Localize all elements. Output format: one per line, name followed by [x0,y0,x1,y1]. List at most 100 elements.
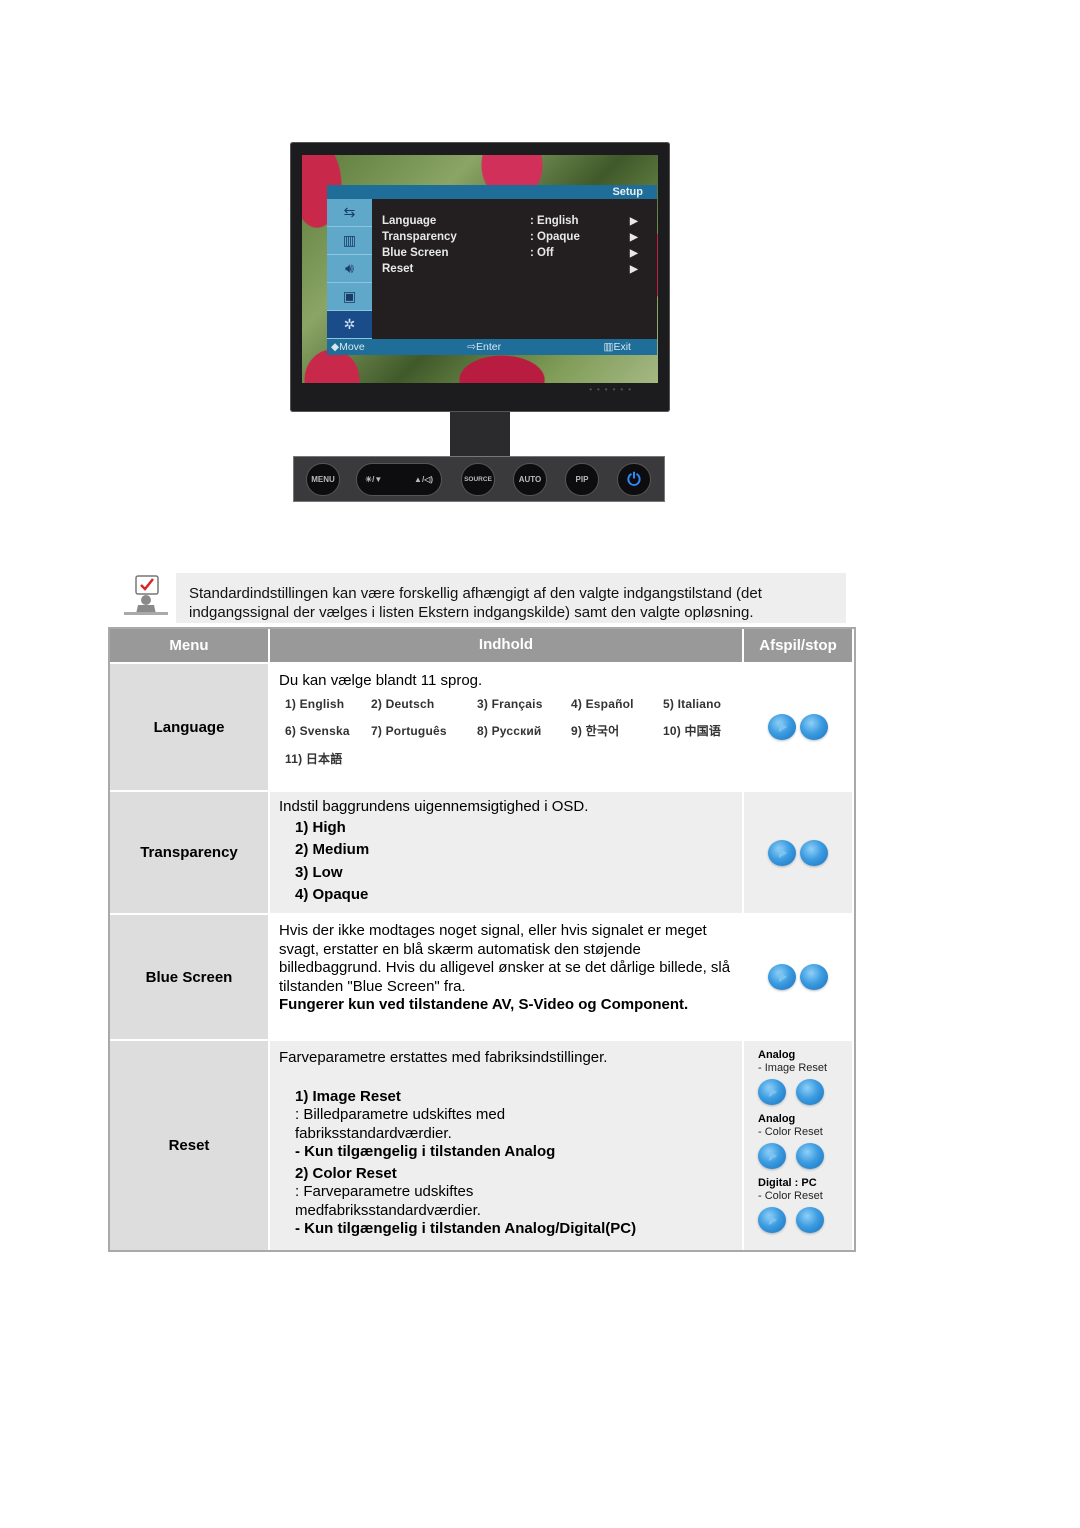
stop-button[interactable] [800,964,828,990]
demo-item-label: - Color Reset [758,1126,823,1138]
osd-item-label: Blue Screen [382,247,449,259]
stop-button[interactable] [800,839,828,866]
osd-item-reset: Reset ▶ [382,261,652,277]
language-option: 9) 한국어 [571,724,620,738]
osd-menu: Setup ⇆ ▥ 🔊︎ ▣ ✲ Language : English ▶ Tr… [327,185,657,355]
stop-button[interactable] [800,714,828,740]
language-options: 1) English 2) Deutsch 3) Français 4) Esp… [279,695,734,769]
stop-button[interactable] [796,1207,824,1233]
monitor-illustration: Setup ⇆ ▥ 🔊︎ ▣ ✲ Language : English ▶ Tr… [290,142,670,412]
play-button[interactable] [768,964,796,990]
arrow-right-icon: ▶ [630,247,638,259]
language-option: 7) Português [371,724,447,738]
monitor-control-bar: MENU ☀/▼ ▲/◁) SOURCE AUTO PIP ⏻ [293,456,665,502]
language-option: 2) Deutsch [371,696,435,711]
table-header: Menu Indhold Afspil/stop [110,629,854,662]
play-button[interactable] [758,1207,786,1233]
osd-item-transparency: Transparency : Opaque ▶ [382,229,652,245]
image-reset-note: - Kun tilgængelig i tilstanden Analog [295,1143,556,1160]
language-option: 8) Русский [477,724,542,738]
image-reset-title: 1) Image Reset [295,1087,401,1105]
image-reset-desc: : Billedparametre udskiftes med fabrikss… [295,1106,506,1142]
osd-item-label: Reset [382,263,414,275]
header-menu: Menu [110,629,268,662]
pip-button[interactable]: PIP [565,463,599,496]
osd-exit-hint: ▥Exit [603,341,631,353]
sound-icon: 🔊︎ [327,255,372,283]
osd-move-hint: ◆Move [331,341,365,353]
play-button[interactable] [758,1079,786,1105]
note-checkmark-icon [124,575,168,615]
osd-sidebar: ⇆ ▥ 🔊︎ ▣ ✲ [327,199,372,339]
adjust-button-pair[interactable]: ☀/▼ ▲/◁) [356,463,442,496]
play-button[interactable] [768,839,796,866]
osd-item-value: : Off [530,247,554,259]
row-label: Blue Screen [110,915,268,1039]
row-label: Reset [110,1041,268,1250]
transparency-intro: Indstil baggrundens uigennemsigtighed i … [279,798,589,815]
language-option: 1) English [285,696,345,711]
language-intro: Du kan vælge blandt 11 sprog. [279,672,483,689]
power-icon[interactable]: ⏻ [617,463,651,496]
language-option: 4) Español [571,696,634,711]
osd-enter-hint: ⇨Enter [467,341,502,353]
reset-intro: Farveparametre erstattes med fabriksinds… [279,1049,608,1066]
arrow-right-icon: ▶ [630,231,638,243]
language-option: 11) 日本語 [285,751,343,766]
table-row-reset: Reset Farveparametre erstattes med fabri… [110,1039,854,1250]
osd-title: Setup [327,185,657,199]
demo-item-label: - Image Reset [758,1062,828,1074]
row-content: Hvis der ikke modtages noget signal, ell… [268,915,742,1039]
row-content: Farveparametre erstattes med fabriksinds… [268,1041,742,1250]
osd-item-language: Language : English ▶ [382,213,652,229]
stop-button[interactable] [796,1079,824,1105]
transparency-option: 1) High [295,818,346,836]
table-row-transparency: Transparency Indstil baggrundens uigenne… [110,790,854,913]
monitor-screen: Setup ⇆ ▥ 🔊︎ ▣ ✲ Language : English ▶ Tr… [302,155,658,383]
row-play-controls [742,792,852,913]
pip-icon: ▣ [327,283,372,311]
transparency-option: 4) Opaque [295,886,369,903]
transparency-option: 2) Medium [295,841,370,858]
row-play-controls [742,664,852,790]
demo-mode-label: Analog [758,1049,796,1061]
row-label: Transparency [110,792,268,913]
play-button[interactable] [768,714,796,740]
demo-mode-label: Digital : PC [758,1177,817,1189]
play-button[interactable] [758,1143,786,1169]
osd-item-value: : English [530,215,579,227]
osd-item-value: : Opaque [530,231,580,243]
monitor-stand [450,412,510,456]
stop-button[interactable] [796,1143,824,1169]
brightness-down-button[interactable]: ☀/▼ [365,475,382,484]
language-option: 3) Français [477,696,543,711]
color-reset-note: - Kun tilgængelig i tilstanden Analog/Di… [295,1220,637,1237]
auto-button[interactable]: AUTO [513,463,547,496]
demo-mode-label: Analog [758,1113,796,1125]
table-row-language: Language Du kan vælge blandt 11 sprog. 1… [110,662,854,790]
source-button[interactable]: SOURCE [461,463,495,496]
osd-footer: ◆Move ⇨Enter ▥Exit [327,339,657,355]
menu-button[interactable]: MENU [306,463,340,496]
demo-item-label: - Color Reset [758,1190,823,1202]
setup-gear-icon: ✲ [327,311,372,339]
language-option: 5) Italiano [663,696,722,711]
row-content: Du kan vælge blandt 11 sprog. 1) English… [268,664,742,790]
arrow-right-icon: ▶ [630,215,638,227]
osd-item-label: Language [382,215,437,227]
table-row-blue-screen: Blue Screen Hvis der ikke modtages noget… [110,913,854,1039]
up-volume-button[interactable]: ▲/◁) [414,475,433,484]
settings-table: Menu Indhold Afspil/stop Language Du kan… [108,627,856,1252]
row-label: Language [110,664,268,790]
osd-item-blue-screen: Blue Screen : Off ▶ [382,245,652,261]
row-play-controls [742,915,852,1039]
picture-icon: ▥ [327,227,372,255]
blue-screen-text: Hvis der ikke modtages noget signal, ell… [279,922,731,995]
osd-items: Language : English ▶ Transparency : Opaq… [382,213,652,277]
row-play-controls: Analog - Image Reset Analog - Color Rese… [742,1041,852,1250]
language-option: 6) Svenska [285,724,350,738]
header-content: Indhold [268,629,742,662]
input-icon: ⇆ [327,199,372,227]
note-text: Standardindstillingen kan være forskelli… [176,573,846,623]
arrow-right-icon: ▶ [630,263,638,275]
